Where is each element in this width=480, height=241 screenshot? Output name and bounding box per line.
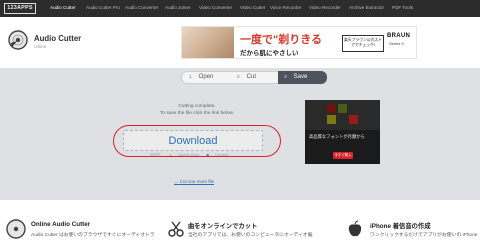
ad-photo (182, 27, 234, 58)
side-ad-banner[interactable]: 高品質なフォントが月額から 今すぐ購入 (305, 100, 380, 164)
ad-side-button[interactable]: 今すぐ購入 (333, 152, 353, 159)
step-save-number: 3 (284, 75, 287, 80)
nav-link-audio-cutter[interactable]: Audio Cutter (50, 5, 76, 11)
save-dropbox-link[interactable]: Dropbox (215, 153, 229, 157)
step-cut-number: 2 (237, 75, 240, 80)
dropbox-icon: ◆ (206, 153, 210, 157)
nav-link-audio-converter[interactable]: Audio Converter (125, 5, 158, 11)
step-save: 3 Save (278, 71, 327, 84)
ad-square (349, 115, 358, 124)
nav-link-pdf-tools[interactable]: PDF Tools (392, 5, 413, 11)
download-label: Download (168, 135, 218, 147)
ad-square (338, 104, 347, 113)
feature-text: 当社のアプリでは、お使いのコンピュータにオーディオ編 (188, 233, 313, 238)
step-cut: 2 Cut (233, 71, 277, 84)
ad-brand: BRAUN (387, 33, 411, 39)
step-open: 1 Open (185, 71, 231, 84)
nav-link-audio-joiner[interactable]: Audio Joiner (165, 5, 191, 11)
status-message: Cutting complete. (178, 104, 216, 109)
save-google-drive-link[interactable]: Google Drive (178, 153, 199, 157)
feature-title-iphone-ringtone: iPhone 着信音の作成 (370, 223, 431, 230)
nav-link-video-converter[interactable]: Video Converter (199, 5, 232, 11)
ad-cta-button[interactable]: 楽天ブラウン公式ストアでチェック! (342, 35, 384, 52)
ad-square (327, 115, 336, 124)
scissors-icon (168, 221, 184, 237)
step-save-label: Save (293, 74, 308, 80)
app-subtitle: online (34, 44, 47, 49)
ad-square (327, 104, 336, 113)
feature-text: ワンクリックするだけでアプリがお使いの iPhone (370, 233, 478, 238)
cut-another-label: Cut one more file (179, 179, 215, 184)
nav-link-audio-cutter-pro[interactable]: Audio Cutter Pro (86, 5, 120, 11)
apple-icon (348, 220, 362, 237)
save-to-row: 保存先: ▲ Google Drive ◆ Dropbox (150, 153, 235, 158)
step-open-number: 1 (189, 75, 192, 80)
feature-title-online-audio-cutter: Online Audio Cutter (31, 221, 91, 228)
step-cut-label: Cut (246, 74, 257, 80)
feature-text: Audio Cutter はお使いのブラウザですぐにオーディオトラ (31, 233, 155, 238)
ad-subline: だから肌にやさしい (240, 50, 299, 57)
step-open-label: Open (198, 74, 214, 80)
google-drive-icon: ▲ (168, 153, 173, 157)
disc-icon (6, 219, 26, 239)
disc-icon (8, 30, 28, 50)
save-to-label: 保存先: (150, 153, 162, 157)
feature-title-cut-songs: 曲をオンラインでカット (188, 223, 258, 230)
cut-another-link[interactable]: ← Cut one more file (174, 179, 214, 184)
nav-link-voice-recorder[interactable]: Voice Recorder (270, 5, 301, 11)
nav-link-archive-extractor[interactable]: Archive Extractor (349, 5, 384, 11)
top-navbar: 123APPS Audio Cutter Audio Cutter Pro Au… (0, 0, 480, 17)
nav-link-video-cutter[interactable]: Video Cutter (240, 5, 265, 11)
step-indicator: 1 Open 2 Cut 3 Save (181, 71, 327, 84)
ad-side-text: 高品質なフォントが月額から (309, 134, 365, 139)
instruction-message: To save the file click the link below. (159, 111, 235, 116)
download-button[interactable]: Download (123, 130, 263, 151)
app-title: Audio Cutter (34, 34, 82, 43)
top-ad-banner[interactable]: 一度で"剃りきる だから肌にやさしい 楽天ブラウン公式ストアでチェック! BRA… (181, 26, 417, 59)
nav-link-video-recorder[interactable]: Video Recorder (309, 5, 341, 11)
site-logo[interactable]: 123APPS (4, 3, 36, 14)
ad-headline: 一度で"剃りきる (240, 34, 322, 46)
ad-brand-sub: Series 9 (389, 41, 404, 46)
